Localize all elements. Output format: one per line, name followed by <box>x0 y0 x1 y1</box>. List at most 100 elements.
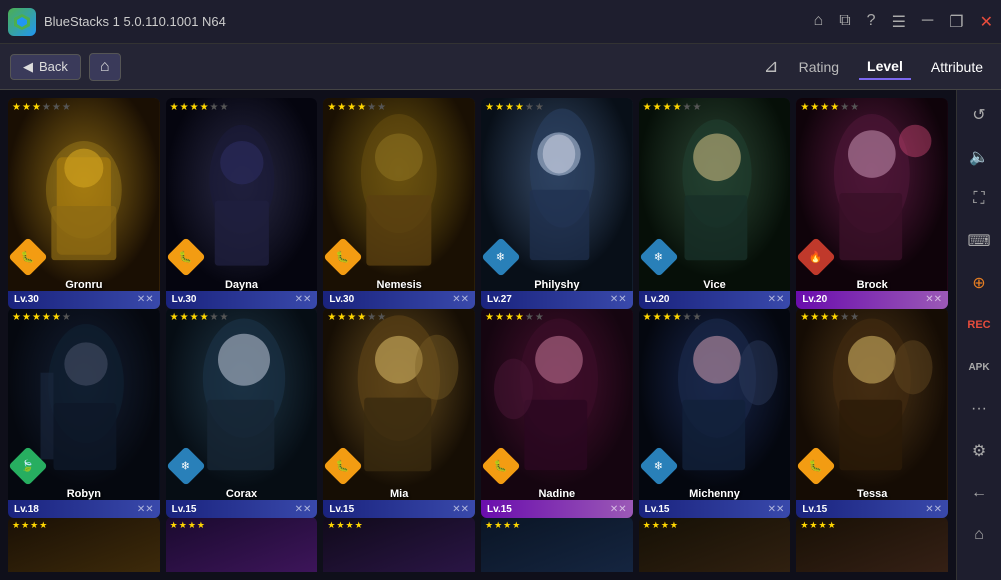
partial-stars-3: ★ ★ ★ ★ <box>327 520 362 531</box>
character-card-nadine[interactable]: ★ ★ ★ ★ ★ ★ 🐛 Nadine Lv.15 ✕✕ <box>481 308 633 519</box>
philyshy-stars: ★ ★ ★ ★ ★ ★ <box>485 102 544 113</box>
character-card-philyshy[interactable]: ★ ★ ★ ★ ★ ★ ❄ Philyshy Lv.27 ✕✕ <box>481 98 633 309</box>
fullscreen-icon[interactable]: ⛶ <box>962 182 996 216</box>
nadine-level-bar: Lv.15 ✕✕ <box>481 500 633 518</box>
brock-stars: ★ ★ ★ ★ ★ ★ <box>800 102 859 113</box>
home-icon: ⌂ <box>100 58 110 75</box>
philyshy-name: Philyshy <box>481 279 633 291</box>
robyn-level: Lv.18 <box>14 504 39 515</box>
hamburger-icon[interactable]: ☰ <box>892 12 906 32</box>
partial-card-2[interactable]: ★ ★ ★ ★ <box>166 517 318 572</box>
tessa-level: Lv.15 <box>802 504 827 515</box>
help-icon[interactable]: ? <box>867 12 876 32</box>
robyn-level-bar: Lv.18 ✕✕ <box>8 500 160 518</box>
tabs-icon[interactable]: ⧉ <box>839 12 850 32</box>
navbar: ◀ Back ⌂ ⊿ Rating Level Attribute <box>0 44 1001 90</box>
apk-icon[interactable]: APK <box>962 350 996 384</box>
vice-name: Vice <box>639 279 791 291</box>
gronru-stars: ★ ★ ★ ★ ★ ★ <box>12 102 71 113</box>
back-sidebar-icon[interactable]: ← <box>962 476 996 510</box>
app-title: BlueStacks 1 5.0.110.1001 N64 <box>44 14 814 29</box>
home-nav-icon[interactable]: ⌂ <box>814 12 824 32</box>
michenny-stars: ★ ★ ★ ★ ★ ★ <box>643 312 702 323</box>
partial-card-5[interactable]: ★ ★ ★ ★ <box>639 517 791 572</box>
home-sidebar-icon[interactable]: ⌂ <box>962 518 996 552</box>
restore-icon[interactable]: ❐ <box>949 12 963 32</box>
michenny-level: Lv.15 <box>645 504 670 515</box>
characters-grid: ★ ★ ★ ★ ★ ★ 🐛 Gronru Lv.30 ✕✕ <box>0 90 956 580</box>
character-card-robyn[interactable]: ★ ★ ★ ★ ★ ★ 🍃 Robyn Lv.18 ✕✕ <box>8 308 160 519</box>
character-card-vice[interactable]: ★ ★ ★ ★ ★ ★ ❄ Vice Lv.20 ✕✕ <box>639 98 791 309</box>
main-content: ★ ★ ★ ★ ★ ★ 🐛 Gronru Lv.30 ✕✕ <box>0 90 1001 580</box>
gamepad-icon[interactable]: ⊕ <box>962 266 996 300</box>
brock-name: Brock <box>796 279 948 291</box>
vice-level: Lv.20 <box>645 294 670 305</box>
partial-stars-4: ★ ★ ★ ★ <box>485 520 520 531</box>
rating-filter-button[interactable]: Rating <box>791 55 847 79</box>
vice-stars: ★ ★ ★ ★ ★ ★ <box>643 102 702 113</box>
nemesis-name: Nemesis <box>323 279 475 291</box>
more-options-icon[interactable]: ··· <box>962 392 996 426</box>
tessa-stars: ★ ★ ★ ★ ★ ★ <box>800 312 859 323</box>
character-card-michenny[interactable]: ★ ★ ★ ★ ★ ★ ❄ Michenny Lv.15 ✕✕ <box>639 308 791 519</box>
corax-level: Lv.15 <box>172 504 197 515</box>
partial-stars-5: ★ ★ ★ ★ <box>643 520 678 531</box>
philyshy-level: Lv.27 <box>487 294 512 305</box>
character-card-brock[interactable]: ★ ★ ★ ★ ★ ★ 🔥 Brock Lv.20 ✕✕ <box>796 98 948 309</box>
keyboard-icon[interactable]: ⌨ <box>962 224 996 258</box>
nadine-level: Lv.15 <box>487 504 512 515</box>
partial-card-4[interactable]: ★ ★ ★ ★ <box>481 517 633 572</box>
macro-icon[interactable]: REC <box>962 308 996 342</box>
nemesis-level-bar: Lv.30 ✕✕ <box>323 291 475 309</box>
filter-funnel-icon[interactable]: ⊿ <box>763 56 778 77</box>
dayna-stars: ★ ★ ★ ★ ★ ★ <box>170 102 229 113</box>
volume-icon[interactable]: 🔈 <box>962 140 996 174</box>
vice-level-bar: Lv.20 ✕✕ <box>639 291 791 309</box>
home-button[interactable]: ⌂ <box>89 53 121 81</box>
michenny-name: Michenny <box>639 488 791 500</box>
mia-level-bar: Lv.15 ✕✕ <box>323 500 475 518</box>
character-card-tessa[interactable]: ★ ★ ★ ★ ★ ★ 🐛 Tessa Lv.15 ✕✕ <box>796 308 948 519</box>
robyn-stars: ★ ★ ★ ★ ★ ★ <box>12 312 71 323</box>
character-card-dayna[interactable]: ★ ★ ★ ★ ★ ★ 🐛 Dayna Lv.30 ✕✕ <box>166 98 318 309</box>
nemesis-level: Lv.30 <box>329 294 354 305</box>
attribute-sort-button[interactable]: Attribute <box>923 55 991 79</box>
rotate-icon[interactable]: ↺ <box>962 98 996 132</box>
filter-area: ⊿ Rating Level Attribute <box>763 54 991 80</box>
partial-stars-1: ★ ★ ★ ★ <box>12 520 47 531</box>
close-icon[interactable]: ✕ <box>980 12 993 32</box>
michenny-level-bar: Lv.15 ✕✕ <box>639 500 791 518</box>
nemesis-stars: ★ ★ ★ ★ ★ ★ <box>327 102 386 113</box>
corax-name: Corax <box>166 488 318 500</box>
nadine-stars: ★ ★ ★ ★ ★ ★ <box>485 312 544 323</box>
mia-name: Mia <box>323 488 475 500</box>
back-label: Back <box>39 59 68 74</box>
dayna-name: Dayna <box>166 279 318 291</box>
dayna-level-bar: Lv.30 ✕✕ <box>166 291 318 309</box>
mia-level: Lv.15 <box>329 504 354 515</box>
back-button[interactable]: ◀ Back <box>10 54 81 80</box>
minimize-icon[interactable]: ─ <box>922 12 933 32</box>
gronru-level: Lv.30 <box>14 294 39 305</box>
character-card-mia[interactable]: ★ ★ ★ ★ ★ ★ 🐛 Mia Lv.15 ✕✕ <box>323 308 475 519</box>
settings-icon[interactable]: ⚙ <box>962 434 996 468</box>
titlebar-actions: ⌂ ⧉ ? ☰ ─ ❐ ✕ <box>814 12 993 32</box>
gronru-level-bar: Lv.30 ✕✕ <box>8 291 160 309</box>
partial-card-1[interactable]: ★ ★ ★ ★ <box>8 517 160 572</box>
partial-card-6[interactable]: ★ ★ ★ ★ <box>796 517 948 572</box>
character-card-gronru[interactable]: ★ ★ ★ ★ ★ ★ 🐛 Gronru Lv.30 ✕✕ <box>8 98 160 309</box>
tessa-level-bar: Lv.15 ✕✕ <box>796 500 948 518</box>
right-sidebar: ↺ 🔈 ⛶ ⌨ ⊕ REC APK ··· ⚙ ← ⌂ <box>956 90 1001 580</box>
corax-stars: ★ ★ ★ ★ ★ ★ <box>170 312 229 323</box>
corax-level-bar: Lv.15 ✕✕ <box>166 500 318 518</box>
level-sort-button[interactable]: Level <box>859 54 911 80</box>
gronru-name: Gronru <box>8 279 160 291</box>
partial-stars-2: ★ ★ ★ ★ <box>170 520 205 531</box>
robyn-name: Robyn <box>8 488 160 500</box>
character-card-nemesis[interactable]: ★ ★ ★ ★ ★ ★ 🐛 Nemesis Lv.30 ✕✕ <box>323 98 475 309</box>
partial-stars-6: ★ ★ ★ ★ <box>800 520 835 531</box>
character-card-corax[interactable]: ★ ★ ★ ★ ★ ★ ❄ Corax Lv.15 ✕✕ <box>166 308 318 519</box>
partial-card-3[interactable]: ★ ★ ★ ★ <box>323 517 475 572</box>
tessa-name: Tessa <box>796 488 948 500</box>
mia-stars: ★ ★ ★ ★ ★ ★ <box>327 312 386 323</box>
